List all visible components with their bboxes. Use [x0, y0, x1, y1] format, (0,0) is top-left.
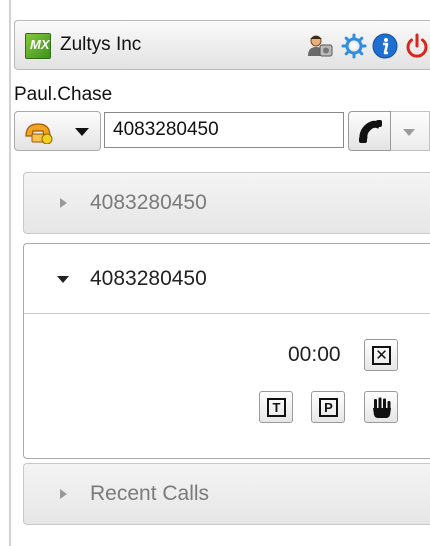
- chevron-down-icon: [57, 276, 69, 283]
- user-name: Paul.Chase: [14, 84, 113, 105]
- chevron-down-icon: [403, 129, 415, 136]
- gear-icon[interactable]: [340, 32, 368, 60]
- chevron-right-icon: [60, 198, 67, 208]
- title-bar: MX Zultys Inc: [14, 20, 430, 70]
- chevron-down-icon: [75, 128, 89, 136]
- phone-presence-icon: [24, 120, 56, 145]
- recent-calls-label: Recent Calls: [90, 482, 210, 505]
- presence-dropdown-button[interactable]: [14, 111, 101, 151]
- park-button[interactable]: P: [311, 391, 345, 423]
- call-panel-collapsed[interactable]: 4083280450: [23, 172, 430, 234]
- users-icon[interactable]: [306, 32, 334, 60]
- call-button[interactable]: [348, 111, 391, 151]
- hand-icon: [373, 397, 391, 418]
- logo-text: MX: [30, 37, 50, 52]
- zultys-logo-icon: MX: [25, 33, 51, 59]
- park-icon: P: [319, 398, 338, 417]
- active-call-header[interactable]: 4083280450: [24, 244, 430, 314]
- call-panel-number: 4083280450: [90, 191, 207, 214]
- window-left-border: [9, 0, 11, 546]
- call-timer: 00:00: [288, 343, 341, 366]
- hangup-button[interactable]: ✕: [364, 339, 398, 371]
- power-icon[interactable]: [403, 32, 430, 60]
- active-call-number: 4083280450: [90, 267, 207, 290]
- active-call-panel: 4083280450 00:00 ✕ T P: [23, 243, 430, 459]
- close-icon: ✕: [372, 346, 391, 365]
- recent-calls-panel[interactable]: Recent Calls: [23, 463, 430, 525]
- transfer-button[interactable]: T: [259, 391, 293, 423]
- call-options-dropdown[interactable]: [391, 111, 430, 151]
- chevron-right-icon: [60, 489, 67, 499]
- transfer-icon: T: [267, 398, 286, 417]
- company-name: Zultys Inc: [60, 34, 142, 55]
- hold-button[interactable]: [364, 391, 398, 423]
- info-icon[interactable]: [371, 32, 399, 60]
- handset-icon: [359, 120, 382, 143]
- dial-number-input[interactable]: [104, 112, 344, 148]
